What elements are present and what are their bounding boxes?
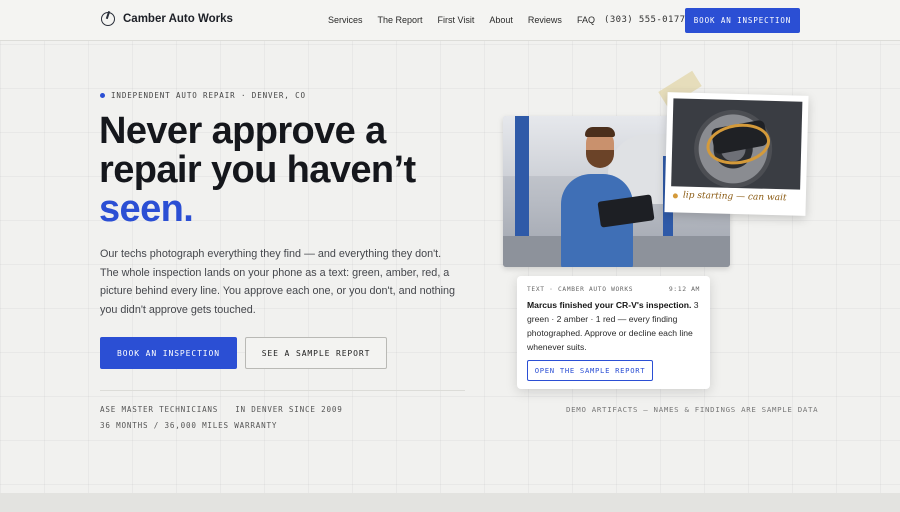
see-sample-report-button[interactable]: SEE A SAMPLE REPORT (245, 337, 387, 369)
amber-dot-icon (672, 192, 678, 198)
meta-warranty: 36 MONTHS / 36,000 MILES WARRANTY (100, 421, 278, 430)
eyebrow-text: INDEPENDENT AUTO REPAIR · DENVER, CO (111, 91, 306, 100)
message-sender: TEXT · CAMBER AUTO WORKS (527, 286, 634, 293)
nav-link-the-report[interactable]: The Report (378, 15, 423, 25)
nav-links: Services The Report First Visit About Re… (328, 15, 595, 25)
nav-link-reviews[interactable]: Reviews (528, 15, 562, 25)
polaroid-caption-text: lip starting — can wait (682, 190, 787, 204)
open-sample-report-button[interactable]: OPEN THE SAMPLE REPORT (527, 360, 653, 381)
headline-line-2: repair you haven’t (99, 149, 416, 191)
message-body: Marcus finished your CR-V's inspection. … (527, 298, 703, 354)
hero-eyebrow: INDEPENDENT AUTO REPAIR · DENVER, CO (100, 91, 306, 100)
hero-lede: Our techs photograph everything they fin… (100, 248, 456, 316)
book-inspection-button[interactable]: BOOK AN INSPECTION (100, 337, 237, 369)
brake-rotor-photo (671, 98, 803, 190)
brake-polaroid: lip starting — can wait (664, 92, 809, 216)
polaroid-caption: lip starting — can wait (672, 190, 787, 204)
nav-link-faq[interactable]: FAQ (577, 15, 595, 25)
nav-book-inspection-button[interactable]: BOOK AN INSPECTION (685, 8, 800, 33)
wrench-circle-icon (101, 12, 115, 26)
eyebrow-dot-icon (100, 93, 105, 98)
demo-note: DEMO ARTIFACTS — NAMES & FINDINGS ARE SA… (566, 405, 819, 414)
next-section-edge (0, 493, 900, 512)
hero-headline: Never approve a repair you haven’t seen. (99, 112, 416, 229)
headline-accent: seen. (99, 188, 194, 230)
nav-link-about[interactable]: About (489, 15, 513, 25)
nav-phone-link[interactable]: (303) 555-0177 (604, 15, 685, 25)
top-nav: Camber Auto Works Services The Report Fi… (0, 0, 900, 41)
message-bold: Marcus finished your CR-V's inspection. (527, 300, 692, 310)
message-time: 9:12 AM (668, 285, 700, 293)
nav-link-first-visit[interactable]: First Visit (438, 15, 475, 25)
meta-certs: ASE MASTER TECHNICIANS (100, 405, 219, 414)
headline-line-1: Never approve a (99, 110, 386, 152)
hero-meta-row: ASE MASTER TECHNICIANS IN DENVER SINCE 2… (100, 405, 343, 414)
brand[interactable]: Camber Auto Works (101, 12, 233, 26)
brand-name: Camber Auto Works (123, 13, 233, 25)
text-message-card: TEXT · CAMBER AUTO WORKS 9:12 AM Marcus … (517, 276, 710, 389)
hero-divider (100, 390, 465, 391)
nav-link-services[interactable]: Services (328, 15, 363, 25)
meta-since: IN DENVER SINCE 2009 (235, 405, 343, 414)
